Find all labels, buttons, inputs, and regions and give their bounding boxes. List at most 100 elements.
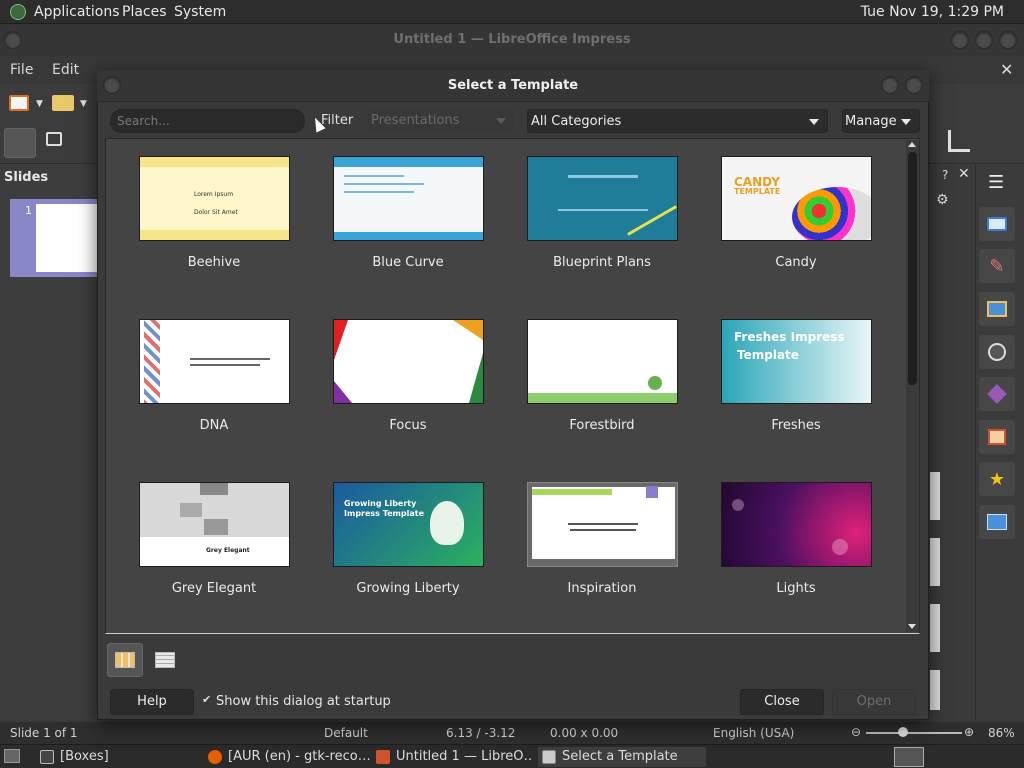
filter-type-select[interactable]: Presentations: [368, 109, 514, 133]
slides-pane-title: Slides: [4, 170, 49, 185]
panel-close-icon[interactable]: ✕: [958, 166, 970, 182]
menu-file[interactable]: File: [10, 62, 33, 78]
system-menu[interactable]: System: [174, 4, 226, 20]
shapes-deck-icon[interactable]: [979, 377, 1015, 411]
slide-thumbnail[interactable]: [36, 204, 100, 272]
template-label-candy[interactable]: Candy: [701, 255, 891, 270]
task-browser[interactable]: [AUR (en) - gtk-reco…: [204, 747, 370, 767]
template-thumbnail-forestbird[interactable]: [527, 319, 678, 404]
template-label-inspiration[interactable]: Inspiration: [507, 581, 697, 596]
show-desktop-icon[interactable]: [4, 749, 20, 763]
startup-checkbox-label[interactable]: Show this dialog at startup: [216, 694, 391, 709]
boxes-app-icon: [40, 750, 54, 764]
task-boxes-label: [Boxes]: [60, 749, 109, 764]
template-label-blueprint-plans[interactable]: Blueprint Plans: [507, 255, 697, 270]
beehive-thumb-title: Lorem Ipsum: [194, 191, 234, 198]
template-label-grey-elegant[interactable]: Grey Elegant: [119, 581, 309, 596]
open-button[interactable]: Open: [832, 689, 916, 715]
impress-window-title: Untitled 1 — LibreOffice Impress: [393, 32, 631, 47]
search-input[interactable]: [110, 109, 305, 133]
minimize-icon[interactable]: [951, 31, 969, 49]
zoom-in-icon[interactable]: ⊕: [964, 725, 974, 739]
template-thumbnail-lights[interactable]: [721, 482, 872, 567]
scroll-up-icon[interactable]: [908, 142, 916, 147]
template-label-growing-liberty[interactable]: Growing Liberty: [313, 581, 503, 596]
master-slides-deck-icon[interactable]: [979, 505, 1015, 539]
taskbar: [Boxes] [AUR (en) - gtk-reco… Untitled 1…: [0, 744, 1024, 768]
growing-thumb-subtitle: Impress Template: [344, 509, 424, 518]
language-status[interactable]: English (USA): [713, 726, 794, 740]
workspace-switcher[interactable]: [894, 747, 924, 767]
list-view-button[interactable]: [147, 643, 183, 677]
gallery-deck-icon[interactable]: [979, 292, 1015, 326]
thumbnail-view-button[interactable]: [107, 643, 143, 677]
zoom-level[interactable]: 86%: [988, 726, 1015, 740]
maximize-icon[interactable]: [975, 31, 993, 49]
new-document-icon[interactable]: [9, 95, 29, 111]
template-label-lights[interactable]: Lights: [701, 581, 891, 596]
gnome-foot-icon[interactable]: [10, 4, 26, 20]
template-label-blue-curve[interactable]: Blue Curve: [313, 255, 503, 270]
slide-info: Slide 1 of 1: [10, 726, 78, 740]
template-thumbnail-beehive[interactable]: Lorem Ipsum Dolor Sit Amet: [139, 156, 290, 241]
layout-name[interactable]: Default: [324, 726, 368, 740]
task-select-template[interactable]: Select a Template: [538, 747, 706, 767]
sidebar-menu-icon[interactable]: ☰: [988, 172, 1004, 193]
template-thumbnail-dna[interactable]: [139, 319, 290, 404]
slide-number: 1: [25, 204, 32, 217]
task-impress[interactable]: Untitled 1 — LibreO…: [372, 747, 532, 767]
properties-panel: ? ✕ ⚙: [928, 164, 975, 720]
applications-menu[interactable]: Applications: [34, 4, 120, 20]
template-thumbnail-freshes[interactable]: Freshes Impress Template: [721, 319, 872, 404]
category-select[interactable]: All Categories: [527, 109, 828, 133]
crop-icon[interactable]: [948, 130, 970, 152]
clock[interactable]: Tue Nov 19, 1:29 PM: [861, 4, 1004, 20]
window-menu-icon[interactable]: [4, 31, 22, 49]
slide-transition-deck-icon[interactable]: [979, 420, 1015, 454]
animation-deck-icon[interactable]: ★: [979, 462, 1015, 496]
template-label-focus[interactable]: Focus: [313, 418, 503, 433]
menu-edit[interactable]: Edit: [52, 62, 79, 78]
manage-label: Manage: [845, 114, 897, 129]
places-menu[interactable]: Places: [122, 4, 167, 20]
settings-gear-icon[interactable]: ⚙: [936, 192, 949, 208]
template-label-freshes[interactable]: Freshes: [701, 418, 891, 433]
template-label-beehive[interactable]: Beehive: [119, 255, 309, 270]
properties-deck-icon[interactable]: [979, 207, 1015, 241]
template-thumbnail-growing-liberty[interactable]: Growing Liberty Impress Template: [333, 482, 484, 567]
startup-checkbox[interactable]: ✔: [202, 694, 213, 706]
styles-deck-icon[interactable]: ✎: [979, 249, 1015, 283]
freshes-thumb-title: Freshes Impress: [734, 330, 845, 344]
task-boxes[interactable]: [Boxes]: [36, 747, 196, 767]
help-button[interactable]: Help: [110, 689, 194, 715]
navigator-deck-icon[interactable]: [979, 335, 1015, 369]
filter-type-value: Presentations: [371, 113, 460, 128]
help-small-icon[interactable]: ?: [942, 168, 948, 182]
window-close-icon[interactable]: [999, 31, 1017, 49]
scrollbar-thumb[interactable]: [908, 152, 917, 385]
open-folder-icon[interactable]: [52, 95, 74, 111]
candy-thumb-subtitle: TEMPLATE: [734, 187, 781, 196]
close-document-icon[interactable]: ✕: [1000, 60, 1013, 79]
new-dropdown-icon[interactable]: ▼: [36, 99, 43, 109]
template-thumbnail-focus[interactable]: [333, 319, 484, 404]
template-label-forestbird[interactable]: Forestbird: [507, 418, 697, 433]
zoom-out-icon[interactable]: ⊖: [851, 725, 861, 739]
template-thumbnail-inspiration[interactable]: [527, 482, 678, 567]
grid-view-icon: [115, 652, 135, 668]
scroll-down-icon[interactable]: [908, 624, 916, 629]
template-thumbnail-blueprint-plans[interactable]: [527, 156, 678, 241]
close-button[interactable]: Close: [740, 689, 824, 715]
zoom-slider-handle[interactable]: [898, 727, 908, 737]
manage-button[interactable]: Manage: [842, 109, 920, 133]
select-pointer-icon[interactable]: [4, 128, 36, 158]
impress-titlebar[interactable]: Untitled 1 — LibreOffice Impress: [0, 24, 1024, 56]
template-label-dna[interactable]: DNA: [119, 418, 309, 433]
zoom-slider[interactable]: [866, 732, 962, 734]
freshes-thumb-subtitle: Template: [737, 348, 799, 362]
zoom-pan-icon[interactable]: [46, 132, 62, 146]
template-thumbnail-candy[interactable]: CANDY TEMPLATE: [721, 156, 872, 241]
open-dropdown-icon[interactable]: ▼: [80, 99, 87, 109]
template-thumbnail-grey-elegant[interactable]: Grey Elegant: [139, 482, 290, 567]
template-thumbnail-blue-curve[interactable]: [333, 156, 484, 241]
